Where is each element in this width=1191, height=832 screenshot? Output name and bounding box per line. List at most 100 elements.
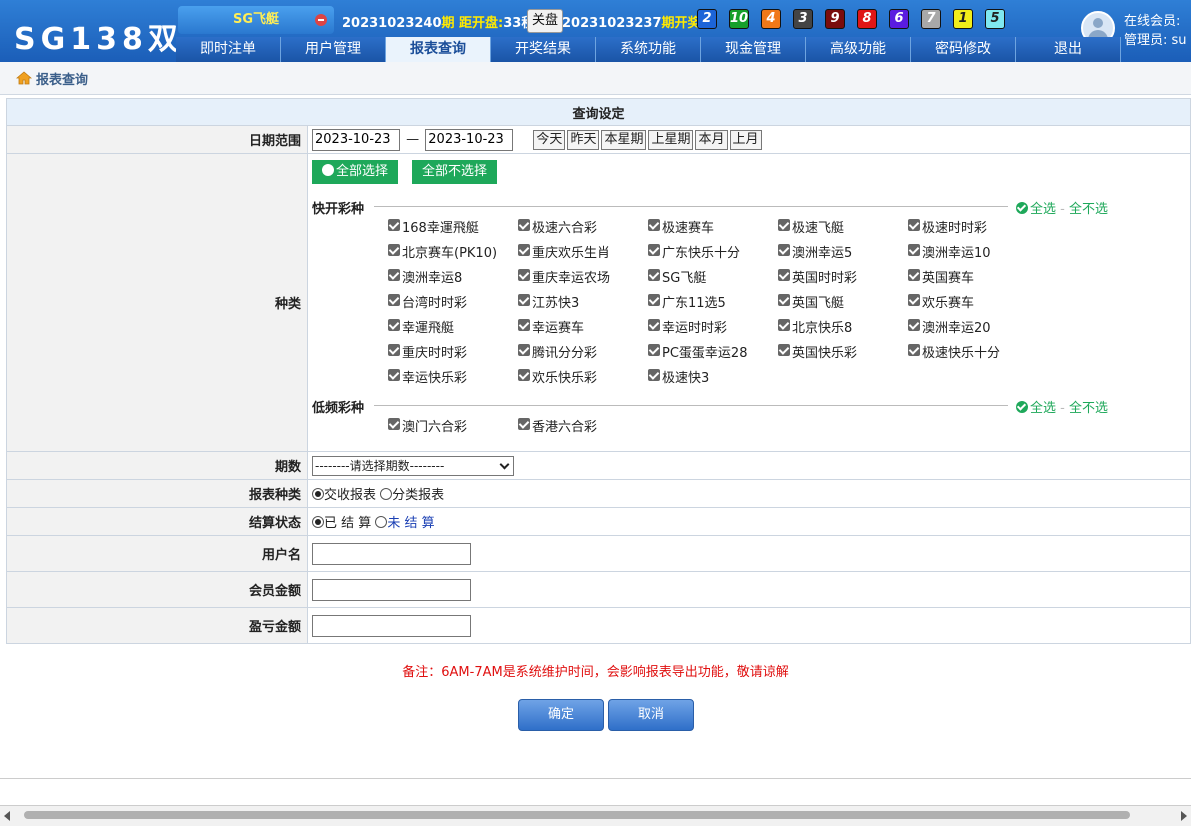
- game-checkbox[interactable]: 极速飞艇: [778, 217, 908, 237]
- game-type-label: 种类: [6, 153, 308, 452]
- game-checkbox[interactable]: 广东快乐十分: [648, 242, 778, 262]
- game-checkbox[interactable]: PC蛋蛋幸运28: [648, 342, 778, 362]
- radio-icon: [380, 488, 393, 500]
- checkbox-checked-icon: [648, 369, 660, 381]
- nav-item[interactable]: 开奖结果: [491, 37, 596, 62]
- game-checkbox[interactable]: 幸运赛车: [518, 317, 648, 337]
- quick-date-button[interactable]: 今天: [533, 130, 566, 150]
- game-checkbox[interactable]: 北京快乐8: [778, 317, 908, 337]
- checkbox-checked-icon: [648, 344, 660, 356]
- checkbox-checked-icon: [778, 294, 790, 306]
- game-checkbox-label: 澳门六合彩: [402, 420, 468, 435]
- game-checkbox[interactable]: 欢乐赛车: [908, 292, 1038, 312]
- quick-date-button[interactable]: 昨天: [567, 130, 600, 150]
- date-to-input[interactable]: [425, 128, 514, 151]
- current-period-info: 20231023240期 距开盘:33秒: [342, 16, 535, 31]
- fast-select-all-link[interactable]: 全选 - 全不选: [1016, 198, 1108, 217]
- game-checkbox[interactable]: 香港六合彩: [518, 416, 648, 436]
- online-members-label: 在线会员:: [1124, 14, 1181, 29]
- game-checkbox-label: 英国赛车: [922, 271, 975, 286]
- quick-date-button[interactable]: 本星期: [601, 130, 647, 150]
- period-label: 期数: [6, 451, 308, 480]
- nav-item[interactable]: 用户管理: [281, 37, 386, 62]
- game-checkbox[interactable]: 澳门六合彩: [388, 416, 518, 436]
- scrollbar-thumb[interactable]: [24, 811, 1130, 819]
- member-amount-input[interactable]: [312, 578, 471, 601]
- settle-option-settled[interactable]: 已 结 算: [312, 516, 371, 531]
- game-checkbox[interactable]: 极速时时彩: [908, 217, 1038, 237]
- report-option-category[interactable]: 分类报表: [380, 488, 444, 503]
- game-checkbox[interactable]: 澳洲幸运20: [908, 317, 1038, 337]
- game-checkbox-label: 欢乐赛车: [922, 296, 975, 311]
- slow-select-none-link[interactable]: 全不选: [1069, 401, 1108, 416]
- game-checkbox[interactable]: 英国快乐彩: [778, 342, 908, 362]
- game-checkbox[interactable]: 168幸運飛艇: [388, 217, 518, 237]
- nav-item[interactable]: 报表查询: [386, 37, 491, 62]
- game-checkbox[interactable]: 英国飞艇: [778, 292, 908, 312]
- game-checkbox[interactable]: 欢乐快乐彩: [518, 367, 648, 387]
- game-checkbox[interactable]: 极速快3: [648, 367, 778, 387]
- game-checkbox[interactable]: 英国时时彩: [778, 267, 908, 287]
- slow-select-all-link[interactable]: 全选 - 全不选: [1016, 397, 1108, 416]
- game-checkbox[interactable]: SG飞艇: [648, 267, 778, 287]
- cancel-button[interactable]: 取消: [608, 699, 694, 731]
- quick-date-button[interactable]: 上月: [729, 130, 762, 150]
- breadcrumb: 报表查询: [0, 62, 1191, 95]
- game-checkbox-label: 极速飞艇: [792, 221, 845, 236]
- date-from-input[interactable]: [312, 128, 400, 151]
- game-checkbox[interactable]: 江苏快3: [518, 292, 648, 312]
- nav-item[interactable]: 退出: [1016, 37, 1121, 62]
- scroll-left-icon[interactable]: [4, 811, 10, 821]
- profit-amount-input[interactable]: [312, 614, 471, 637]
- result-ball: 4: [761, 9, 781, 29]
- nav-item[interactable]: 现金管理: [701, 37, 806, 62]
- check-circle-icon: [322, 164, 334, 176]
- game-checkbox[interactable]: 极速快乐十分: [908, 342, 1038, 362]
- game-checkbox[interactable]: 极速六合彩: [518, 217, 648, 237]
- settle-option-unsettled[interactable]: 未 结 算: [375, 516, 435, 531]
- game-checkbox-label: 广东快乐十分: [662, 246, 741, 261]
- scroll-right-icon[interactable]: [1181, 811, 1187, 821]
- game-checkbox[interactable]: 幸运快乐彩: [388, 367, 518, 387]
- nav-item[interactable]: 高级功能: [806, 37, 911, 62]
- quick-date-button[interactable]: 上星期: [648, 130, 694, 150]
- confirm-button[interactable]: 确定: [518, 699, 604, 731]
- report-option-settlement[interactable]: 交收报表: [312, 488, 376, 503]
- quick-date-button[interactable]: 本月: [695, 130, 728, 150]
- game-checkbox[interactable]: 幸运时时彩: [648, 317, 778, 337]
- game-checkbox[interactable]: 广东11选5: [648, 292, 778, 312]
- game-checkbox[interactable]: 腾讯分分彩: [518, 342, 648, 362]
- select-none-button[interactable]: 全部不选择: [412, 160, 498, 184]
- period-select[interactable]: --------请选择期数--------: [312, 455, 514, 476]
- game-checkbox-label: 168幸運飛艇: [402, 221, 479, 236]
- select-all-button[interactable]: 全部选择: [312, 160, 399, 184]
- game-checkbox[interactable]: 澳洲幸运8: [388, 267, 518, 287]
- nav-item[interactable]: 系统功能: [596, 37, 701, 62]
- fast-select-none-link[interactable]: 全不选: [1069, 202, 1108, 217]
- result-ball: 3: [793, 9, 813, 29]
- username-input[interactable]: [312, 542, 471, 565]
- game-checkbox[interactable]: 重庆幸运农场: [518, 267, 648, 287]
- nav-item[interactable]: 即时注单: [176, 37, 281, 62]
- main-nav: 即时注单 用户管理 报表查询 开奖结果 系统功能 现金管理 高级功能 密码修改 退出: [176, 37, 1191, 62]
- game-checkbox[interactable]: 幸運飛艇: [388, 317, 518, 337]
- checkbox-checked-icon: [518, 369, 530, 381]
- game-checkbox[interactable]: 重庆欢乐生肖: [518, 242, 648, 262]
- game-name: SG飞艇: [232, 12, 280, 27]
- game-switch-icon[interactable]: [315, 14, 327, 26]
- horizontal-scrollbar[interactable]: [0, 806, 1191, 826]
- game-checkbox[interactable]: 重庆时时彩: [388, 342, 518, 362]
- game-selector[interactable]: SG飞艇: [178, 6, 334, 34]
- game-checkbox[interactable]: 极速赛车: [648, 217, 778, 237]
- game-checkbox-label: 澳洲幸运20: [922, 321, 991, 336]
- game-checkbox[interactable]: 澳洲幸运10: [908, 242, 1038, 262]
- nav-item[interactable]: 密码修改: [911, 37, 1016, 62]
- checkbox-checked-icon: [388, 219, 400, 231]
- checkbox-checked-icon: [648, 319, 660, 331]
- game-checkbox[interactable]: 台湾时时彩: [388, 292, 518, 312]
- close-market-button[interactable]: 关盘: [527, 9, 563, 33]
- game-checkbox[interactable]: 北京赛车(PK10): [388, 242, 518, 262]
- game-checkbox[interactable]: 英国赛车: [908, 267, 1038, 287]
- form-header: 查询设定: [6, 98, 1191, 126]
- game-checkbox[interactable]: 澳洲幸运5: [778, 242, 908, 262]
